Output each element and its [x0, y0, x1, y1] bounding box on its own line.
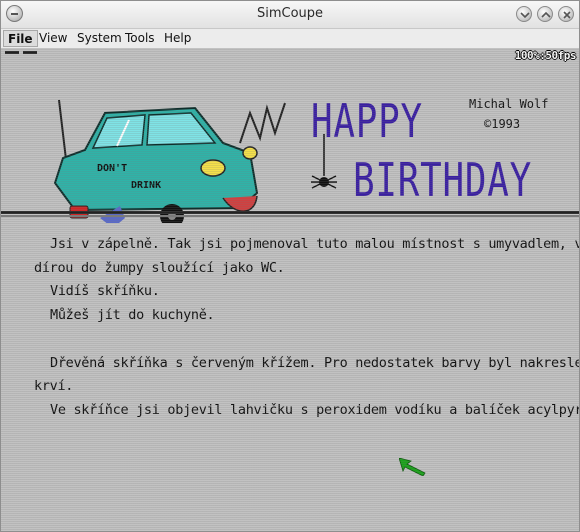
status-led-1 [5, 51, 19, 54]
text-line-1: Jsi v zápelně. Tak jsi pojmenoval tuto m… [50, 236, 579, 252]
emulator-screen[interactable]: 100%:50fps DON'T DRINK HAPPY BIRTHDAY Mi… [1, 48, 579, 531]
text-line-7: krví. [34, 378, 74, 395]
menu-system[interactable]: System [73, 30, 126, 47]
author-credit: Michal Wolf [469, 97, 549, 111]
text-line-4: Můžeš jít do kuchyně. [50, 307, 215, 324]
banner-birthday: BIRTHDAY [353, 153, 533, 207]
close-button[interactable] [558, 6, 574, 22]
maximize-button[interactable] [537, 6, 553, 22]
minimize-button[interactable] [516, 6, 532, 22]
text-line-2: dírou do žumpy sloužící jako WC. [34, 259, 285, 276]
menu-file[interactable]: File [3, 30, 38, 47]
window-title: SimCoupe [256, 6, 324, 21]
menu-tools[interactable]: Tools [121, 30, 159, 47]
green-arrow-cursor-icon [399, 458, 426, 476]
game-text: Jsi v zápelně. Tak jsi pojmenoval tuto m… [34, 233, 579, 423]
minimize-icon [520, 12, 530, 19]
car-illustration: DON'T DRINK [53, 99, 286, 223]
text-line-5 [34, 328, 554, 352]
app-window: SimCoupe File View System Tools Help 100… [0, 0, 580, 532]
text-line-8: Ve skříňce jsi objevil lahvičku s peroxi… [50, 401, 579, 418]
fps-readout: 100%:50fps [514, 49, 577, 62]
title-bar[interactable]: SimCoupe [1, 1, 579, 29]
banner-happy: HAPPY [311, 94, 423, 148]
banner-divider-shadow [1, 215, 579, 217]
menu-bar: File View System Tools Help [1, 29, 579, 49]
banner-divider [1, 211, 579, 214]
maximize-icon [541, 11, 551, 18]
status-led-2 [23, 51, 37, 54]
menu-help[interactable]: Help [160, 30, 195, 47]
copyright-year: ©1993 [484, 117, 521, 131]
close-icon [563, 11, 571, 19]
menu-view[interactable]: View [35, 30, 71, 47]
text-line-6: Dřevěná skříňka s červeným křížem. Pro n… [50, 354, 579, 371]
car-sign-line1: DON'T [97, 163, 127, 174]
car-sign-line2: DRINK [131, 180, 161, 191]
text-line-3: Vidíš skříňku. [50, 283, 160, 300]
